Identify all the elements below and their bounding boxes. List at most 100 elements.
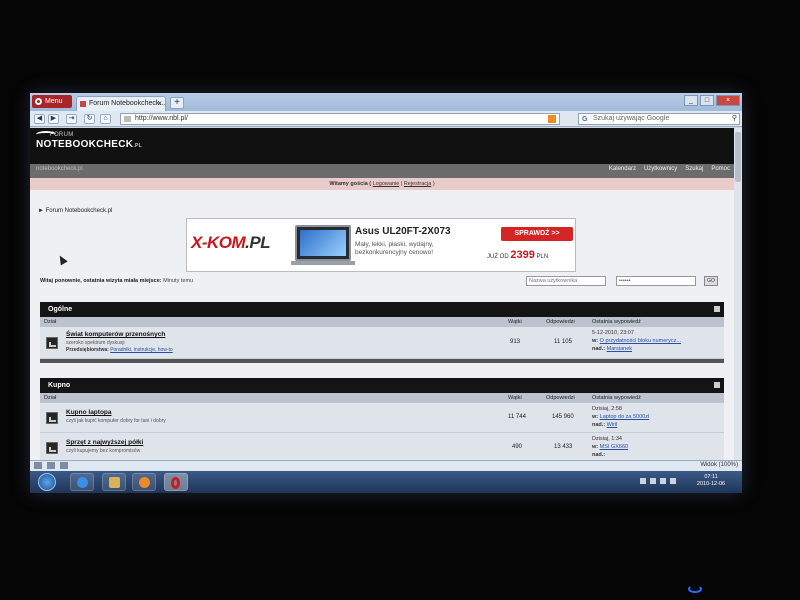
nav-links: Kalendarz Użytkownicy Szukaj Pomoc xyxy=(609,166,730,172)
google-icon: G xyxy=(582,116,588,123)
collapse-icon[interactable] xyxy=(714,382,720,388)
new-tab-button[interactable]: + xyxy=(170,97,184,109)
opera-menu-button[interactable]: Menu xyxy=(32,95,72,108)
ad-check-button[interactable]: SPRAWDŹ >> xyxy=(501,227,573,241)
col-odpowiedzi: Odpowiedzi xyxy=(546,319,575,325)
close-window-button[interactable]: × xyxy=(716,95,740,106)
search-icon[interactable]: ⚲ xyxy=(732,114,737,124)
scrollbar-thumb[interactable] xyxy=(735,132,741,182)
forum-description: czyli jak kupić komputer dobry for tani … xyxy=(66,418,166,424)
logo-pl-text: .PL xyxy=(133,143,142,149)
panel-toggle-icon[interactable] xyxy=(34,462,42,469)
home-icon[interactable]: ⌂ xyxy=(100,114,111,124)
last-post-author-link[interactable]: Marsianek xyxy=(607,346,632,352)
logo-main-text: NOTEBOOKCHECK xyxy=(36,139,134,150)
last-post-date: Dzisiaj, 1:34 xyxy=(592,436,622,442)
battery-icon[interactable] xyxy=(670,478,676,484)
site-header: FORUM NOTEBOOKCHECK.PL xyxy=(30,128,734,164)
section-title: Kupno xyxy=(40,378,724,393)
address-toolbar: ◀ ▶ ⇥ ↻ ⌂ http://www.nbl.pl/ G Szukaj uży… xyxy=(30,111,742,127)
login-link[interactable]: Logowanie xyxy=(373,181,400,187)
forward-button[interactable]: ▶ xyxy=(48,114,59,124)
ad-brand: X-KOM xyxy=(191,233,246,252)
forum-row: Świat komputerów przenośnych szeroko spe… xyxy=(40,327,724,359)
start-button[interactable] xyxy=(38,473,56,491)
internet-explorer-taskbar-button[interactable] xyxy=(70,473,94,491)
site-domain: notebookcheck.pl xyxy=(36,166,83,172)
browser-status-bar: Widok (100%) xyxy=(30,460,742,471)
welcome-bar: Witamy gościa ( Logowanie | Rejestracja … xyxy=(30,178,734,190)
collapse-icon[interactable] xyxy=(714,306,720,312)
reload-button[interactable]: ↻ xyxy=(84,114,95,124)
login-go-button[interactable]: GO xyxy=(704,276,718,286)
windows-taskbar: 07:11 2010-12-06 xyxy=(30,471,742,493)
monitor-screen: Menu Forum Notebookcheck... × + _ □ × ◀ … xyxy=(30,93,742,493)
ie-icon xyxy=(77,477,88,488)
xkom-ad-banner[interactable]: X-KOM.PL Asus UL20FT-2X073 Mały, lekki, … xyxy=(186,218,576,272)
url-input[interactable]: http://www.nbl.pl/ xyxy=(120,113,560,125)
minimize-button[interactable]: _ xyxy=(684,95,698,106)
nav-uzytkownicy[interactable]: Użytkownicy xyxy=(644,166,677,172)
media-player-icon xyxy=(139,477,150,488)
fast-forward-icon[interactable]: ⇥ xyxy=(66,114,77,124)
last-post-by-label: nad.: xyxy=(592,422,606,428)
site-navbar: notebookcheck.pl Kalendarz Użytkownicy S… xyxy=(30,164,734,178)
register-link[interactable]: Rejestracja xyxy=(404,181,432,187)
column-header: Dział Wątki Odpowiedzi Ostatnia wypowied… xyxy=(40,393,724,403)
volume-icon[interactable] xyxy=(660,478,666,484)
password-field[interactable]: •••••• xyxy=(616,276,696,286)
zoom-control[interactable]: Widok (100%) xyxy=(700,462,738,468)
clock[interactable]: 07:11 2010-12-06 xyxy=(686,474,736,488)
subforum-link[interactable]: Poradniki, instrukcje, how-to xyxy=(110,347,173,353)
search-input[interactable]: G Szukaj używając Google ⚲ xyxy=(578,113,740,125)
ad-description: Mały, lekki, płaski, wydajny, bezkonkure… xyxy=(355,241,434,256)
flag-icon[interactable] xyxy=(640,478,646,484)
section-kupno: Kupno Dział Wątki Odpowiedzi Ostatnia wy… xyxy=(40,378,724,460)
forum-title-link[interactable]: Kupno laptopa xyxy=(66,409,112,416)
welcome-text: Witamy gościa ( xyxy=(329,181,373,187)
opera-taskbar-button[interactable] xyxy=(164,473,188,491)
last-post-author-link[interactable]: Wiril xyxy=(607,422,618,428)
last-post-date: 5-12-2010, 23:07 xyxy=(592,330,634,336)
favicon-icon xyxy=(80,101,86,107)
forum-status-icon xyxy=(46,337,58,349)
media-player-taskbar-button[interactable] xyxy=(132,473,156,491)
section-title: Ogólne xyxy=(40,302,724,317)
network-icon[interactable] xyxy=(650,478,656,484)
section-title-text: Kupno xyxy=(48,382,71,389)
last-post-topic-link[interactable]: O przydatności bloku numerycz... xyxy=(600,338,681,344)
last-post-topic-link[interactable]: Laptop do za 5000zł xyxy=(600,414,650,420)
forum-title-link[interactable]: Świat komputerów przenośnych xyxy=(66,331,165,338)
last-post-in-label: w: xyxy=(592,444,599,450)
turbo-icon[interactable] xyxy=(47,462,55,469)
tray-icons xyxy=(640,478,676,484)
nav-szukaj[interactable]: Szukaj xyxy=(685,166,703,172)
forum-title-link[interactable]: Sprzęt z najwyższej półki xyxy=(66,439,143,446)
last-post-by-label: nad.: xyxy=(592,346,606,352)
username-field[interactable]: Nazwa użytkownika xyxy=(526,276,606,286)
back-button[interactable]: ◀ xyxy=(34,114,45,124)
last-post-topic-link[interactable]: MSI GX660 xyxy=(600,444,628,450)
nav-pomoc[interactable]: Pomoc xyxy=(711,166,730,172)
browser-tab-bar: Menu Forum Notebookcheck... × + _ □ × xyxy=(30,93,742,111)
status-icons xyxy=(34,462,68,469)
breadcrumb[interactable]: ► Forum Notebookcheck.pl xyxy=(38,208,112,214)
maximize-button[interactable]: □ xyxy=(700,95,714,106)
rss-feed-icon[interactable] xyxy=(548,115,556,123)
close-tab-icon[interactable]: × xyxy=(157,97,162,111)
col-odpowiedzi: Odpowiedzi xyxy=(546,395,575,401)
tab-forum-notebookcheck[interactable]: Forum Notebookcheck... × xyxy=(76,96,166,111)
clock-date: 2010-12-06 xyxy=(696,481,726,487)
reply-count: 13 433 xyxy=(554,444,573,450)
nav-kalendarz[interactable]: Kalendarz xyxy=(609,166,636,172)
page-scrollbar[interactable] xyxy=(734,128,742,460)
thread-count: 490 xyxy=(512,444,523,450)
last-post: Dzisiaj, 2:58 w: Laptop do za 5000zł nad… xyxy=(592,405,649,429)
explorer-taskbar-button[interactable] xyxy=(102,473,126,491)
reply-count: 145 960 xyxy=(552,414,574,420)
last-visit-label: Witaj ponownie, ostatnia wizyta miała mi… xyxy=(40,278,162,284)
forum-status-icon xyxy=(46,442,58,454)
window-controls: _ □ × xyxy=(684,95,740,108)
col-ostatnia: Ostatnia wypowiedź xyxy=(592,319,641,325)
sync-icon[interactable] xyxy=(60,462,68,469)
